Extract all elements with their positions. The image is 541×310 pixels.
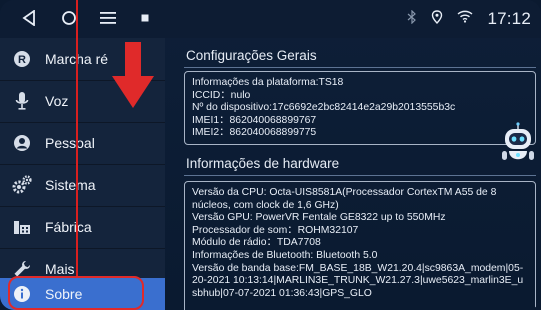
sidebar-item-label: Sistema [45, 177, 96, 193]
sidebar-item-label: Mais [45, 261, 75, 277]
microphone-icon [11, 90, 33, 112]
annotation-line [76, 0, 78, 278]
imei1-line: IMEI1：862040068899767 [192, 114, 317, 126]
radio-module-line: Módulo de rádio：TDA7708 [192, 237, 321, 249]
annotation-highlight-box [8, 276, 144, 310]
sidebar-item-pessoal[interactable]: Pessoal [0, 122, 165, 165]
factory-icon [11, 216, 33, 238]
baseband-version-line: Versão de banda base:FM_BASE_18B_W21.20.… [192, 262, 524, 299]
bluetooth-icon [407, 9, 417, 29]
sidebar-item-label: Voz [45, 93, 69, 109]
assistant-robot-icon[interactable] [501, 122, 535, 166]
about-content: Configurações Gerais Informações da plat… [174, 38, 541, 310]
hardware-info-card[interactable]: Versão da CPU: Octa-UIS8581A(Processador… [184, 181, 536, 310]
device-number-line: Nº do dispositivo:17c6692e2bc82414e2a29b… [192, 102, 456, 114]
person-icon [11, 132, 33, 154]
cpu-version-line: Versão da CPU: Octa-UIS8581A(Processador… [192, 187, 497, 211]
sound-processor-line: Processador de som：ROHM32107 [192, 224, 359, 236]
divider [184, 67, 536, 68]
platform-info-card: Informações da plataforma:TS18 ICCID：nul… [184, 71, 536, 145]
sidebar-item-label: Fábrica [45, 219, 92, 235]
wifi-icon [457, 10, 473, 28]
location-icon [431, 9, 443, 29]
sidebar-item-sistema[interactable]: Sistema [0, 164, 165, 207]
iccid-line: ICCID：nulo [192, 89, 251, 101]
gears-icon [11, 174, 33, 196]
screen: 17:12 R Marcha ré Voz Pessoal Sistema Fá… [0, 0, 541, 310]
menu-icon[interactable] [98, 9, 118, 27]
r-circle-icon: R [11, 48, 33, 70]
imei2-line: IMEI2：862040068899775 [192, 127, 317, 139]
clock: 17:12 [487, 9, 531, 28]
notification-icon [140, 9, 150, 27]
bluetooth-info-line: Informações de Bluetooth: Bluetooth 5.0 [192, 249, 378, 261]
sidebar-item-label: Pessoal [45, 135, 95, 151]
status-icons: 17:12 [407, 9, 531, 29]
platform-info-line: Informações da plataforma:TS18 [192, 77, 344, 88]
annotation-arrow-icon [112, 42, 154, 108]
status-bar: 17:12 [0, 0, 541, 38]
gpu-version-line: Versão GPU: PowerVR Fentale GE8322 up to… [192, 212, 446, 224]
section-title-general: Configurações Gerais [186, 48, 317, 63]
svg-text:R: R [18, 54, 26, 66]
section-title-hardware: Informações de hardware [186, 156, 340, 171]
divider [184, 175, 536, 176]
sidebar-item-fabrica[interactable]: Fábrica [0, 206, 165, 249]
back-triangle-icon[interactable] [20, 9, 38, 27]
